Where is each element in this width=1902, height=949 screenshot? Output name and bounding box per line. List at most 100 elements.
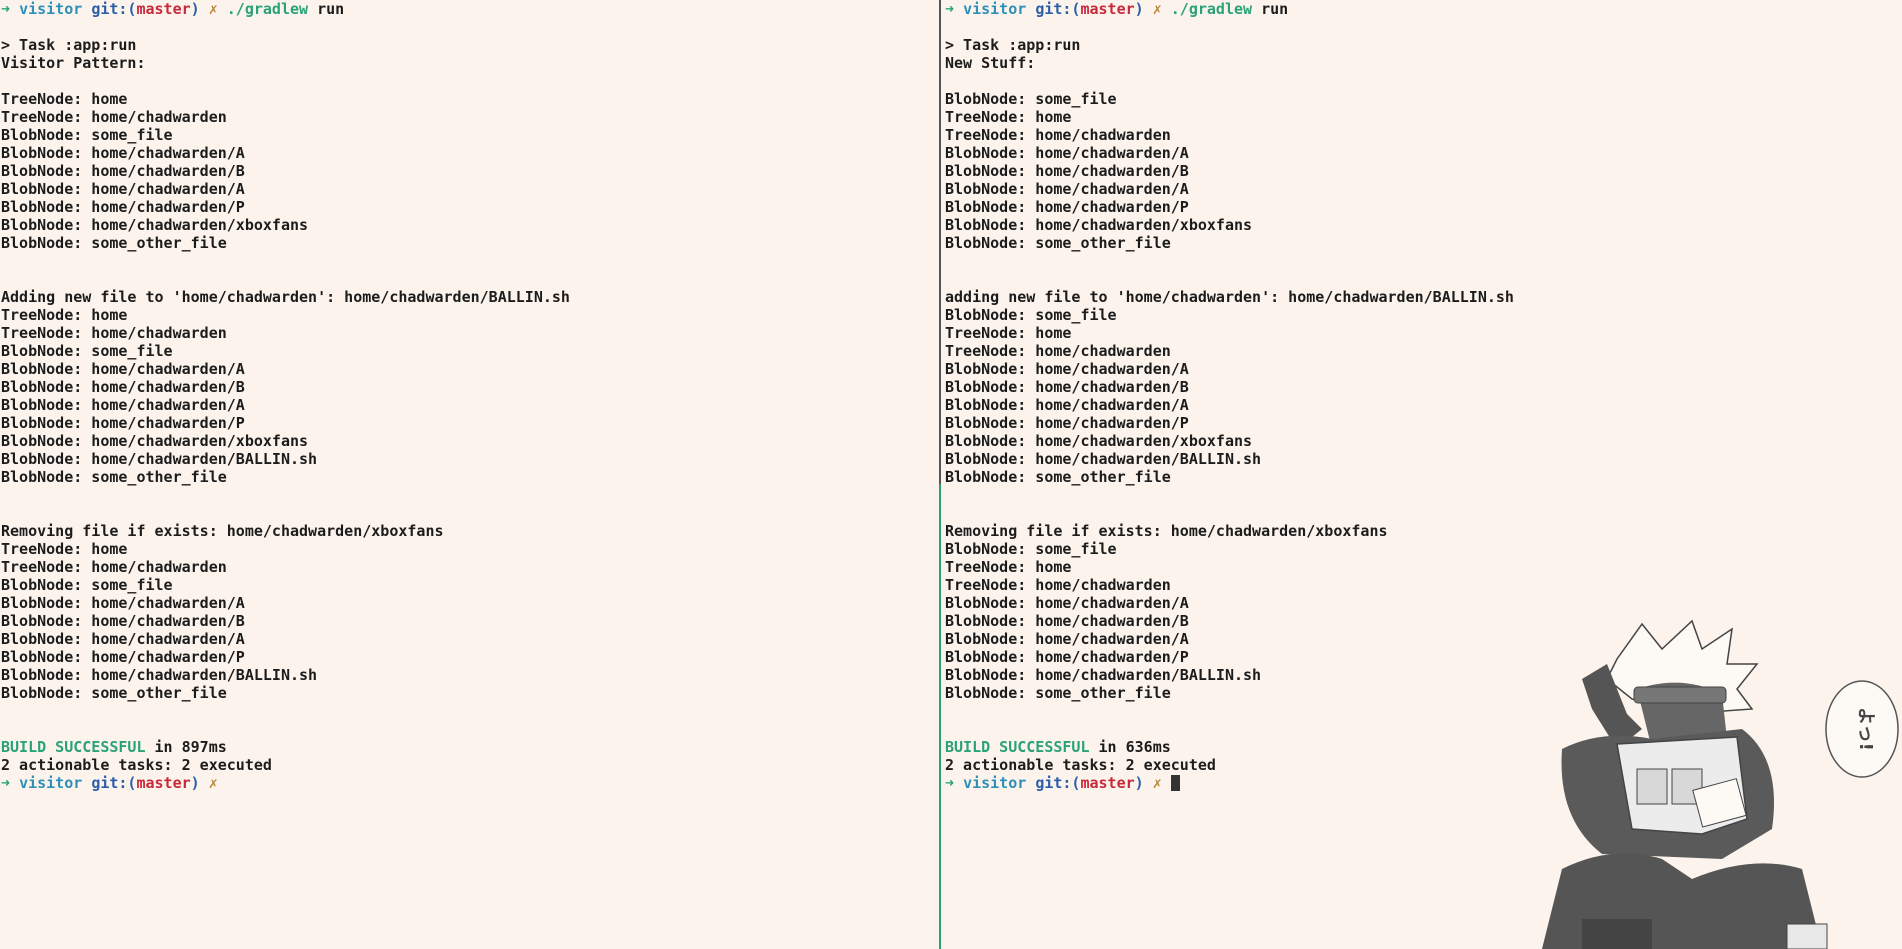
dirty-mark-icon: ✗	[208, 774, 218, 792]
pane-divider[interactable]	[939, 0, 941, 949]
prompt-branch: master	[136, 774, 191, 792]
prompt-arrow-icon: ➜	[1, 774, 11, 792]
output-line: BlobNode: home/chadwarden/A	[1, 396, 245, 414]
command-arg: run	[317, 0, 345, 18]
output-line: BlobNode: home/chadwarden/BALLIN.sh	[945, 450, 1262, 468]
output-line: BlobNode: home/chadwarden/BALLIN.sh	[1, 666, 318, 684]
output-line: BlobNode: home/chadwarden/xboxfans	[1, 216, 309, 234]
dirty-mark-icon: ✗	[1152, 774, 1162, 792]
output-line: BlobNode: home/chadwarden/P	[1, 198, 245, 216]
output-line: Removing file if exists: home/chadwarden…	[1, 522, 444, 540]
output-line: BlobNode: home/chadwarden/P	[945, 198, 1189, 216]
output-line: TreeNode: home	[945, 324, 1072, 342]
output-line: BlobNode: home/chadwarden/A	[945, 396, 1189, 414]
output-line: BlobNode: home/chadwarden/P	[945, 414, 1189, 432]
output-line: BlobNode: home/chadwarden/A	[945, 180, 1189, 198]
prompt-branch: master	[1080, 0, 1135, 18]
build-time: in 636ms	[1089, 738, 1171, 756]
output-line: TreeNode: home	[945, 108, 1072, 126]
output-line: Removing file if exists: home/chadwarden…	[945, 522, 1388, 540]
output-line: BlobNode: home/chadwarden/P	[1, 414, 245, 432]
output-line: > Task :app:run	[1, 36, 137, 54]
output-line: BlobNode: home/chadwarden/A	[1, 180, 245, 198]
prompt-git-label: git:(	[1035, 774, 1081, 792]
output-line: TreeNode: home	[1, 540, 128, 558]
output-line: Adding new file to 'home/chadwarden': ho…	[1, 288, 570, 306]
output-line: BlobNode: home/chadwarden/B	[945, 162, 1189, 180]
character-sandal	[1786, 923, 1828, 949]
build-status: BUILD SUCCESSFUL	[945, 738, 1090, 756]
output-line: BlobNode: home/chadwarden/A	[1, 630, 245, 648]
output-block: > Task :app:run Visitor Pattern: TreeNode:…	[1, 18, 936, 738]
output-line: BlobNode: home/chadwarden/xboxfans	[1, 432, 309, 450]
prompt-line: ➜ visitor git:(master) ✗ ./gradlew run	[1, 0, 936, 18]
prompt-directory: visitor	[19, 774, 83, 792]
output-line: Visitor Pattern:	[1, 54, 146, 72]
output-line: TreeNode: home/chadwarden	[1, 558, 227, 576]
command-text: ./gradlew	[1170, 0, 1253, 18]
prompt-git-label: git:(	[1035, 0, 1081, 18]
left-terminal-pane[interactable]: ➜ visitor git:(master) ✗ ./gradlew run >…	[1, 0, 936, 949]
output-line: BlobNode: home/chadwarden/A	[945, 594, 1189, 612]
dirty-mark-icon: ✗	[1152, 0, 1162, 18]
output-line: BlobNode: home/chadwarden/B	[1, 612, 245, 630]
output-line: TreeNode: home/chadwarden	[945, 126, 1171, 144]
output-line: BlobNode: some_file	[945, 306, 1117, 324]
output-line: TreeNode: home	[945, 558, 1072, 576]
output-line: BlobNode: home/chadwarden/B	[1, 378, 245, 396]
output-line: BlobNode: some_file	[945, 540, 1117, 558]
prompt-git-close: )	[1134, 0, 1144, 18]
prompt-git-close: )	[1134, 774, 1144, 792]
prompt-git-close: )	[190, 774, 200, 792]
output-line: BlobNode: home/chadwarden/P	[1, 648, 245, 666]
command-arg: run	[1261, 0, 1289, 18]
output-line: TreeNode: home	[1, 90, 128, 108]
output-line: BlobNode: some_file	[1, 342, 173, 360]
dirty-mark-icon: ✗	[208, 0, 218, 18]
prompt-branch: master	[136, 0, 191, 18]
output-line: BlobNode: some_file	[1, 576, 173, 594]
tasks-summary: 2 actionable tasks: 2 executed	[1, 756, 272, 774]
terminal-cursor[interactable]	[1170, 775, 1180, 791]
build-status-line: BUILD SUCCESSFUL in 897ms	[1, 738, 936, 756]
prompt-arrow-icon: ➜	[945, 774, 955, 792]
prompt-branch: master	[1080, 774, 1135, 792]
terminal-window[interactable]: ➜ visitor git:(master) ✗ ./gradlew run >…	[0, 0, 1902, 949]
prompt-directory: visitor	[963, 0, 1027, 18]
output-line: BlobNode: home/chadwarden/A	[1, 360, 245, 378]
output-line: BlobNode: some_other_file	[1, 684, 227, 702]
command-text: ./gradlew	[226, 0, 309, 18]
output-line: TreeNode: home/chadwarden	[945, 342, 1171, 360]
output-line: BlobNode: home/chadwarden/xboxfans	[945, 432, 1253, 450]
pane-divider-upper	[939, 0, 941, 484]
output-line: BlobNode: some_file	[945, 90, 1117, 108]
pane-divider-lower	[939, 484, 941, 949]
output-line: BlobNode: home/chadwarden/A	[945, 360, 1189, 378]
prompt-line: ➜ visitor git:(master) ✗ ./gradlew run	[945, 0, 1900, 18]
prompt-arrow-icon: ➜	[945, 0, 955, 18]
output-line: BlobNode: some_other_file	[945, 234, 1171, 252]
speech-bubble-text: よっ!	[1855, 707, 1876, 751]
prompt-directory: visitor	[19, 0, 83, 18]
output-line: BlobNode: home/chadwarden/A	[1, 144, 245, 162]
prompt-git-label: git:(	[91, 0, 137, 18]
output-line: BlobNode: some_other_file	[1, 468, 227, 486]
output-line: adding new file to 'home/chadwarden': ho…	[945, 288, 1514, 306]
output-line: BlobNode: some_file	[1, 126, 173, 144]
output-line: BlobNode: home/chadwarden/A	[945, 144, 1189, 162]
character-shin-wrap	[1582, 919, 1652, 949]
output-line: BlobNode: some_other_file	[1, 234, 227, 252]
prompt-directory: visitor	[963, 774, 1027, 792]
